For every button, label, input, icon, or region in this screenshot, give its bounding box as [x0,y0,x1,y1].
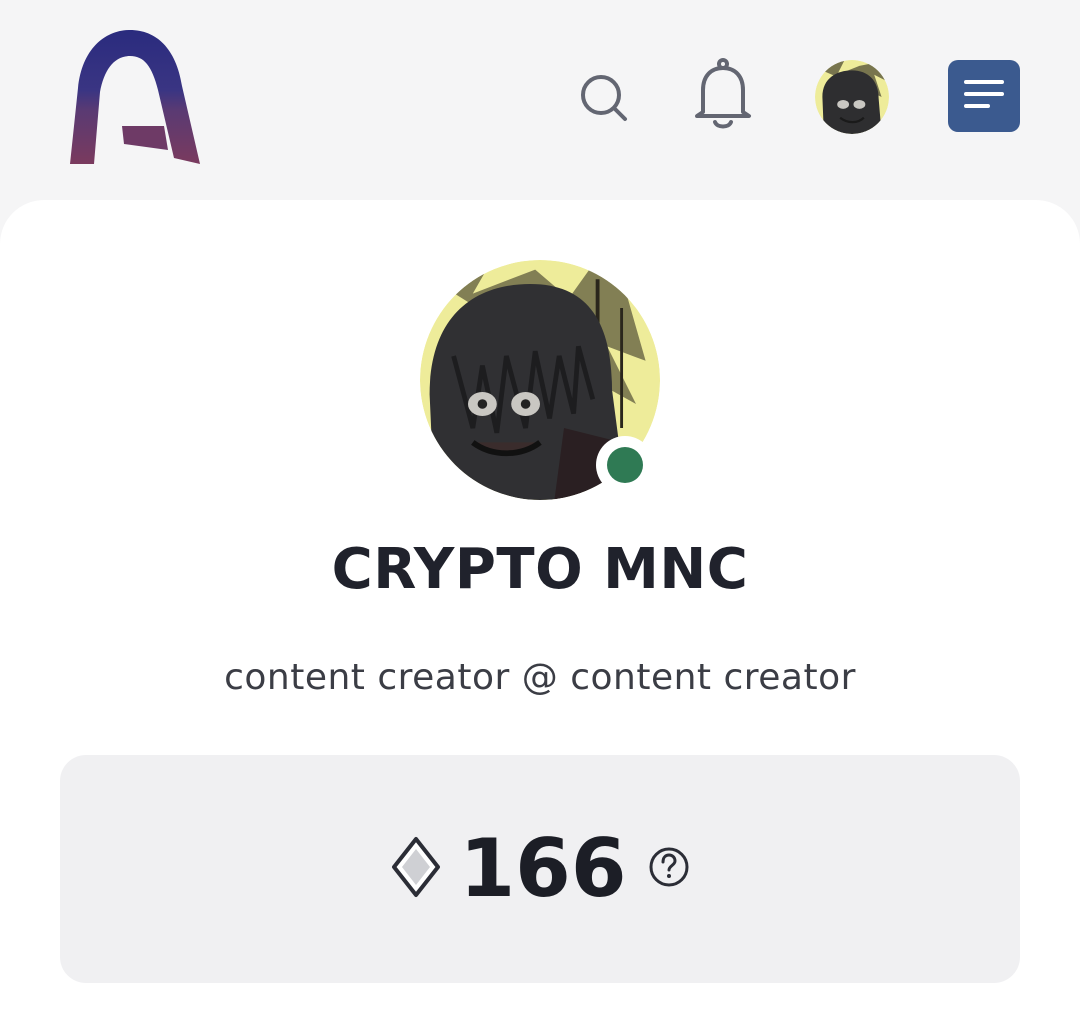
question-circle-icon [647,845,691,893]
points-panel: 166 [60,755,1020,983]
search-icon [578,72,630,128]
points-row: 166 [390,819,691,919]
app-logo[interactable] [64,26,206,168]
points-value: 166 [459,822,627,915]
top-header [0,0,1080,200]
online-status-dot [607,447,643,483]
menu-icon [962,77,1006,115]
user-avatar-button[interactable] [815,60,889,134]
profile-name: CRYPTO MNC [331,537,749,602]
profile-bio: content creator @ content creator [224,657,856,698]
online-status-indicator [596,436,654,494]
avatar-image [815,60,889,134]
notifications-button[interactable] [690,58,756,134]
points-help-button[interactable] [647,847,691,891]
profile-avatar[interactable] [420,260,660,500]
bell-icon [693,58,753,134]
profile-card: CRYPTO MNC content creator @ content cre… [0,200,1080,1021]
menu-button[interactable] [948,60,1020,132]
search-button[interactable] [572,68,636,132]
diamond-icon [390,835,442,903]
